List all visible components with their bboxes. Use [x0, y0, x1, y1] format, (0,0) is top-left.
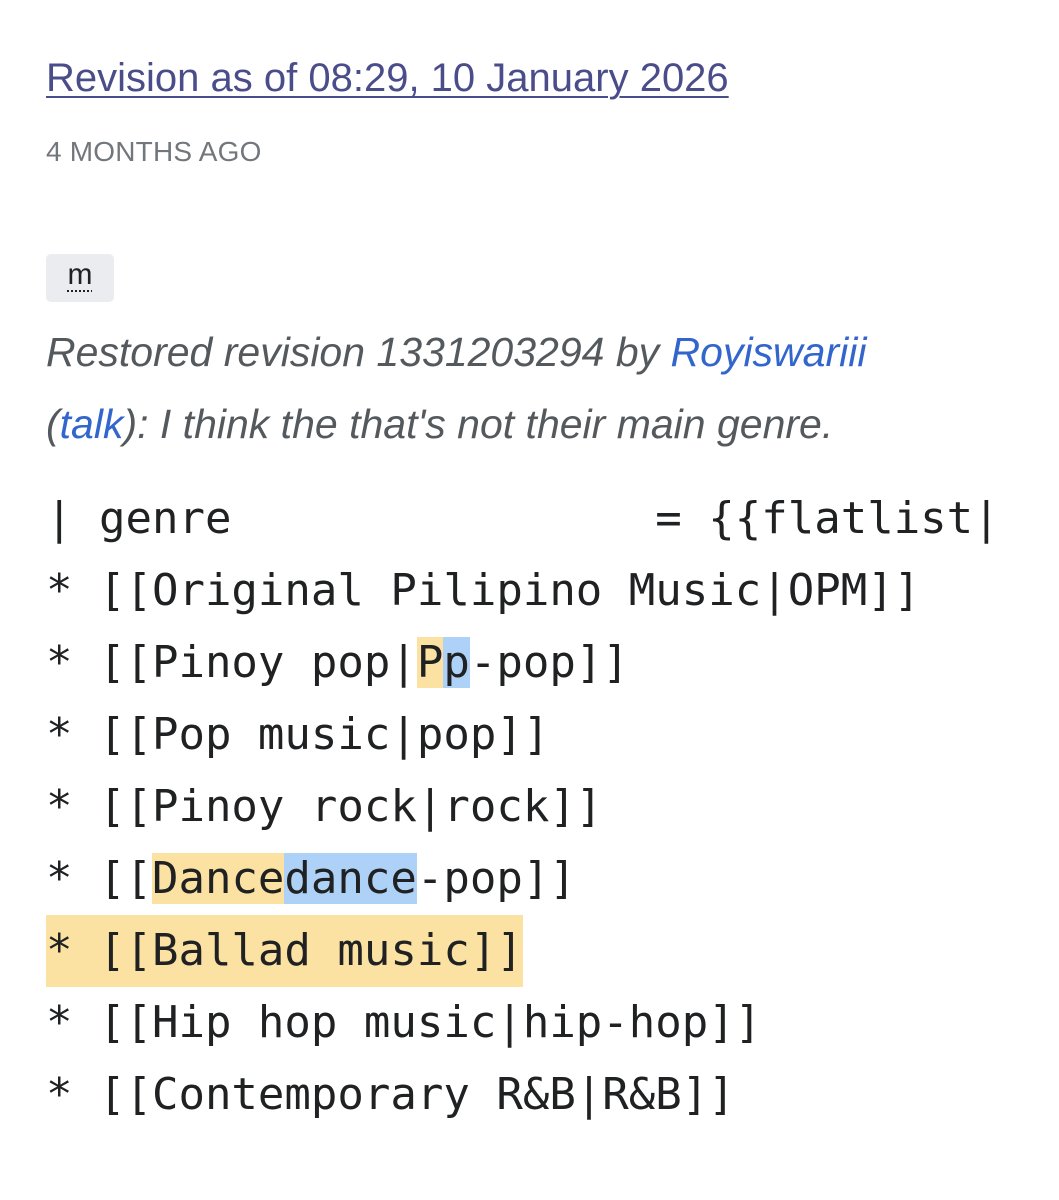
summary-prefix: Restored revision 1331203294 by: [46, 329, 671, 375]
summary-rest: ): I think the that's not their main gen…: [123, 401, 834, 447]
diff-context: * [[: [46, 853, 152, 904]
minor-edit-label: m: [67, 258, 93, 291]
diff-line: * [[Ballad music]]: [46, 915, 1036, 987]
deleted-text: P: [416, 637, 444, 688]
diff-line: * [[Dancedance-pop]]: [46, 843, 1036, 915]
inserted-text: p: [443, 637, 470, 688]
revision-link[interactable]: Revision as of 08:29, 10 January 2026: [46, 54, 729, 102]
diff-line: * [[Original Pilipino Music|OPM]]: [46, 565, 921, 616]
user-link[interactable]: Royiswariii: [671, 329, 867, 375]
diff-context: * [[Pinoy pop|: [46, 637, 417, 688]
inserted-text: dance: [284, 853, 417, 904]
revision-age: 4 MONTHS AGO: [46, 136, 262, 167]
diff-context: -pop]]: [416, 853, 576, 904]
diff-content: | genre = {{flatlist| * [[Original Pilip…: [46, 483, 1036, 1131]
diff-line: * [[Contemporary R&B|R&B]]: [46, 1069, 735, 1120]
deleted-line: * [[Ballad music]]: [46, 915, 523, 987]
summary-open-paren: (: [46, 401, 60, 447]
diff-line: * [[Pinoy rock|rock]]: [46, 781, 603, 832]
minor-edit-badge: m: [46, 254, 114, 302]
deleted-text: Dance: [151, 853, 285, 904]
diff-context: -pop]]: [469, 637, 629, 688]
diff-line: * [[Pop music|pop]]: [46, 709, 550, 760]
diff-line: * [[Hip hop music|hip-hop]]: [46, 997, 762, 1048]
diff-line: | genre = {{flatlist|: [46, 493, 1000, 544]
talk-link[interactable]: talk: [60, 401, 124, 447]
diff-line: * [[Pinoy pop|Pp-pop]]: [46, 627, 1036, 699]
edit-summary: Restored revision 1331203294 by Royiswar…: [46, 316, 1006, 460]
